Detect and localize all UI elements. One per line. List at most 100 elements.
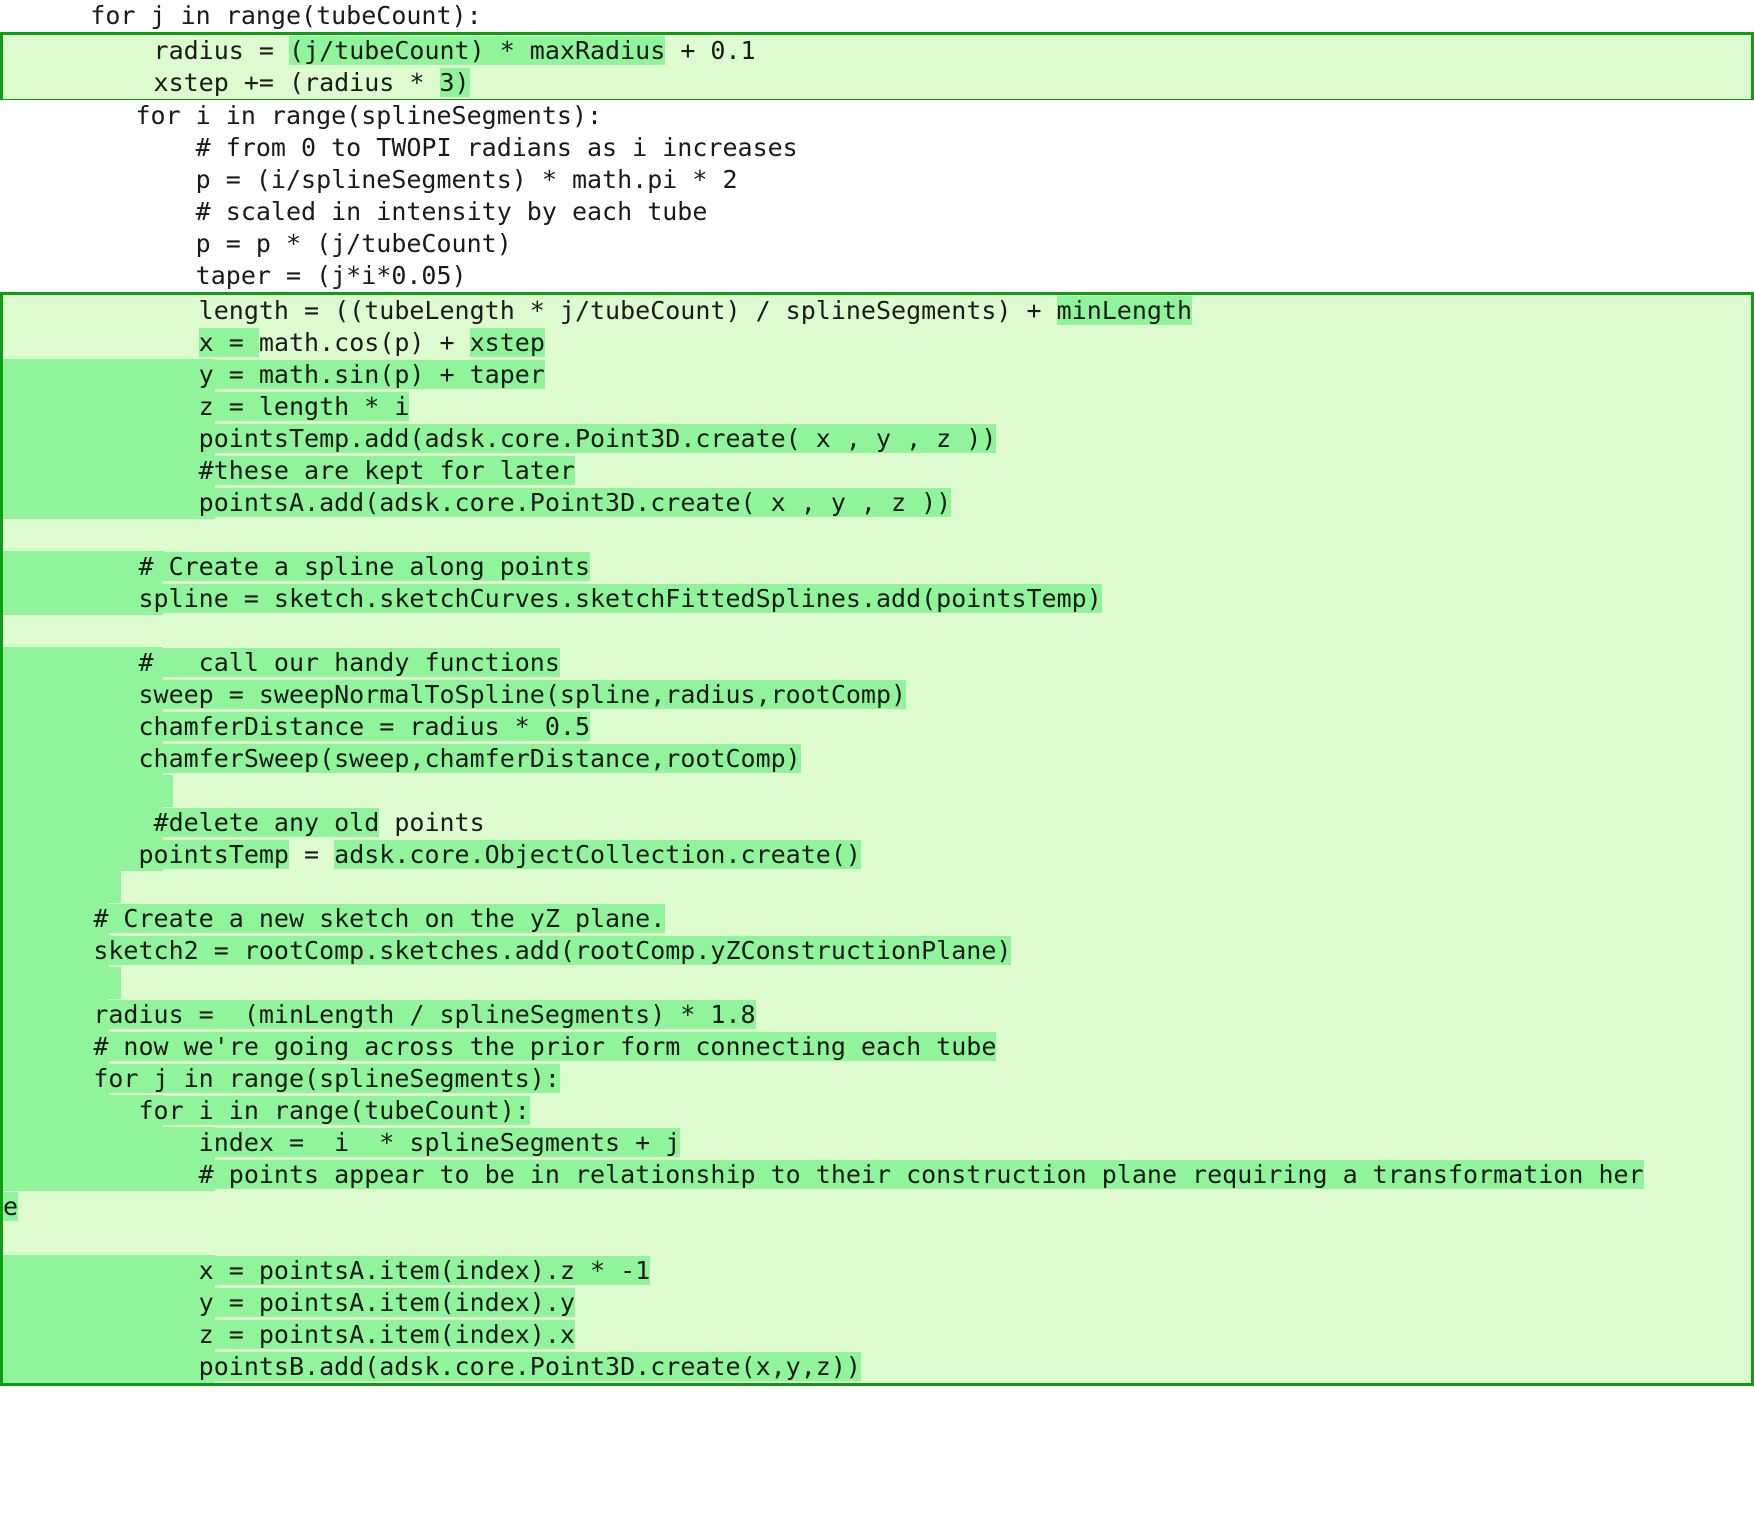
code-line[interactable]: # call our handy functions [3,647,1751,679]
code-text: points [379,808,485,837]
code-line[interactable] [3,775,1751,807]
code-text: for i in range(splineSegments): [0,101,603,130]
code-line[interactable]: y = math.sin(p) + taper [3,359,1751,391]
code-line[interactable]: #delete any old points [3,807,1751,839]
match-highlight: minLength [1056,296,1193,325]
code-line[interactable]: chamferSweep(sweep,chamferDistance,rootC… [3,743,1751,775]
code-line[interactable]: for i in range(splineSegments): [0,100,1754,132]
code-line[interactable]: for i in range(tubeCount): [3,1095,1751,1127]
code-line-text: sketch2 = rootComp.sketches.add(rootComp… [3,936,1012,965]
code-line-text: z = pointsA.item(index).x [3,1320,575,1349]
code-line[interactable]: y = pointsA.item(index).y [3,1287,1751,1319]
match-highlight: pointsTemp.add(adsk.core.Point3D.create(… [198,424,997,453]
code-line[interactable]: # Create a spline along points [3,551,1751,583]
code-line[interactable]: e [3,1191,1751,1223]
code-line-text: p = p * (j/tubeCount) [0,229,512,258]
code-line[interactable]: index = i * splineSegments + j [3,1127,1751,1159]
match-highlight: #delete any old [153,808,380,837]
code-line[interactable]: p = (i/splineSegments) * math.pi * 2 [0,164,1754,196]
code-line[interactable] [3,967,1751,999]
code-line[interactable]: radius = (j/tubeCount) * maxRadius + 0.1 [3,35,1751,67]
code-line-text: x = pointsA.item(index).z * -1 [3,1256,651,1285]
code-line-text: z = length * i [3,392,410,421]
code-line[interactable]: length = ((tubeLength * j/tubeCount) / s… [3,295,1751,327]
code-line[interactable]: sketch2 = rootComp.sketches.add(rootComp… [3,935,1751,967]
code-line[interactable]: xstep += (radius * 3) [3,67,1751,99]
match-highlight: (j/tubeCount) * maxRadius [288,36,666,65]
code-line[interactable]: z = pointsA.item(index).x [3,1319,1751,1351]
code-line-text: # from 0 to TWOPI radians as i increases [0,133,798,162]
code-line[interactable]: # points appear to be in relationship to… [3,1159,1751,1191]
match-highlight: radius = (minLength / splineSegments) * … [93,1000,756,1029]
code-line[interactable]: for j in range(splineSegments): [3,1063,1751,1095]
code-line-text: for i in range(tubeCount): [3,1096,530,1125]
selected-code-region[interactable]: radius = (j/tubeCount) * maxRadius + 0.1… [0,32,1754,102]
code-line-text: #these are kept for later [3,456,575,485]
match-highlight: xstep [469,328,545,357]
code-line[interactable] [3,1223,1751,1255]
code-line-text: y = pointsA.item(index).y [3,1288,575,1317]
code-line-text: pointsTemp = adsk.core.ObjectCollection.… [3,840,861,869]
selection-bleed-bar [3,967,121,999]
code-line-text: pointsA.add(adsk.core.Point3D.create( x … [3,488,952,517]
code-line[interactable]: x = math.cos(p) + xstep [3,327,1751,359]
code-line[interactable]: taper = (j*i*0.05) [0,260,1754,292]
code-line[interactable]: for j in range(tubeCount): [0,0,1754,32]
code-line-text: x = math.cos(p) + xstep [3,328,545,357]
code-line-text: for i in range(splineSegments): [0,101,602,130]
code-line[interactable] [3,871,1751,903]
code-line[interactable]: # Create a new sketch on the yZ plane. [3,903,1751,935]
code-line[interactable]: pointsTemp = adsk.core.ObjectCollection.… [3,839,1751,871]
selected-code-region[interactable]: length = ((tubeLength * j/tubeCount) / s… [0,292,1754,1386]
code-line[interactable]: #these are kept for later [3,455,1751,487]
code-line-text: radius = (j/tubeCount) * maxRadius + 0.1 [3,36,756,65]
code-text: taper = (j*i*0.05) [0,261,467,290]
code-line-text: #delete any old points [3,808,485,837]
code-viewer[interactable]: for j in range(tubeCount): radius = (j/t… [0,0,1754,1516]
code-line[interactable] [3,519,1751,551]
code-line[interactable] [3,615,1751,647]
match-highlight: x = pointsA.item(index).z * -1 [198,1256,651,1285]
code-line[interactable]: radius = (minLength / splineSegments) * … [3,999,1751,1031]
code-line[interactable]: sweep = sweepNormalToSpline(spline,radiu… [3,679,1751,711]
code-line[interactable]: pointsB.add(adsk.core.Point3D.create(x,y… [3,1351,1751,1383]
code-line-text: taper = (j*i*0.05) [0,261,467,290]
code-line[interactable]: pointsA.add(adsk.core.Point3D.create( x … [3,487,1751,519]
code-line[interactable]: chamferDistance = radius * 0.5 [3,711,1751,743]
code-line-text: p = (i/splineSegments) * math.pi * 2 [0,165,738,194]
code-line[interactable]: # now we're going across the prior form … [3,1031,1751,1063]
code-line-text: radius = (minLength / splineSegments) * … [3,1000,756,1029]
code-line[interactable]: p = p * (j/tubeCount) [0,228,1754,260]
code-line[interactable]: pointsTemp.add(adsk.core.Point3D.create(… [3,423,1751,455]
match-highlight: y = math.sin(p) + taper [198,360,545,389]
code-line[interactable]: x = pointsA.item(index).z * -1 [3,1255,1751,1287]
code-line-text: for j in range(splineSegments): [3,1064,560,1093]
code-line[interactable]: z = length * i [3,391,1751,423]
code-line[interactable]: # from 0 to TWOPI radians as i increases [0,132,1754,164]
code-text: radius = [3,36,289,65]
unselected-code-region[interactable]: for i in range(splineSegments): # from 0… [0,100,1754,292]
unselected-code-region[interactable]: for j in range(tubeCount): [0,0,1754,32]
code-line[interactable]: # scaled in intensity by each tube [0,196,1754,228]
match-highlight: pointsA.add(adsk.core.Point3D.create( x … [198,488,952,517]
code-line-text: # Create a spline along points [3,552,591,581]
match-highlight: chamferSweep(sweep,chamferDistance,rootC… [138,744,801,773]
code-line[interactable]: spline = sketch.sketchCurves.sketchFitte… [3,583,1751,615]
match-highlight: 3) [439,68,470,97]
code-line-text: length = ((tubeLength * j/tubeCount) / s… [3,296,1193,325]
code-line-text: for j in range(tubeCount): [0,1,481,30]
code-line-text: xstep += (radius * 3) [3,68,470,97]
